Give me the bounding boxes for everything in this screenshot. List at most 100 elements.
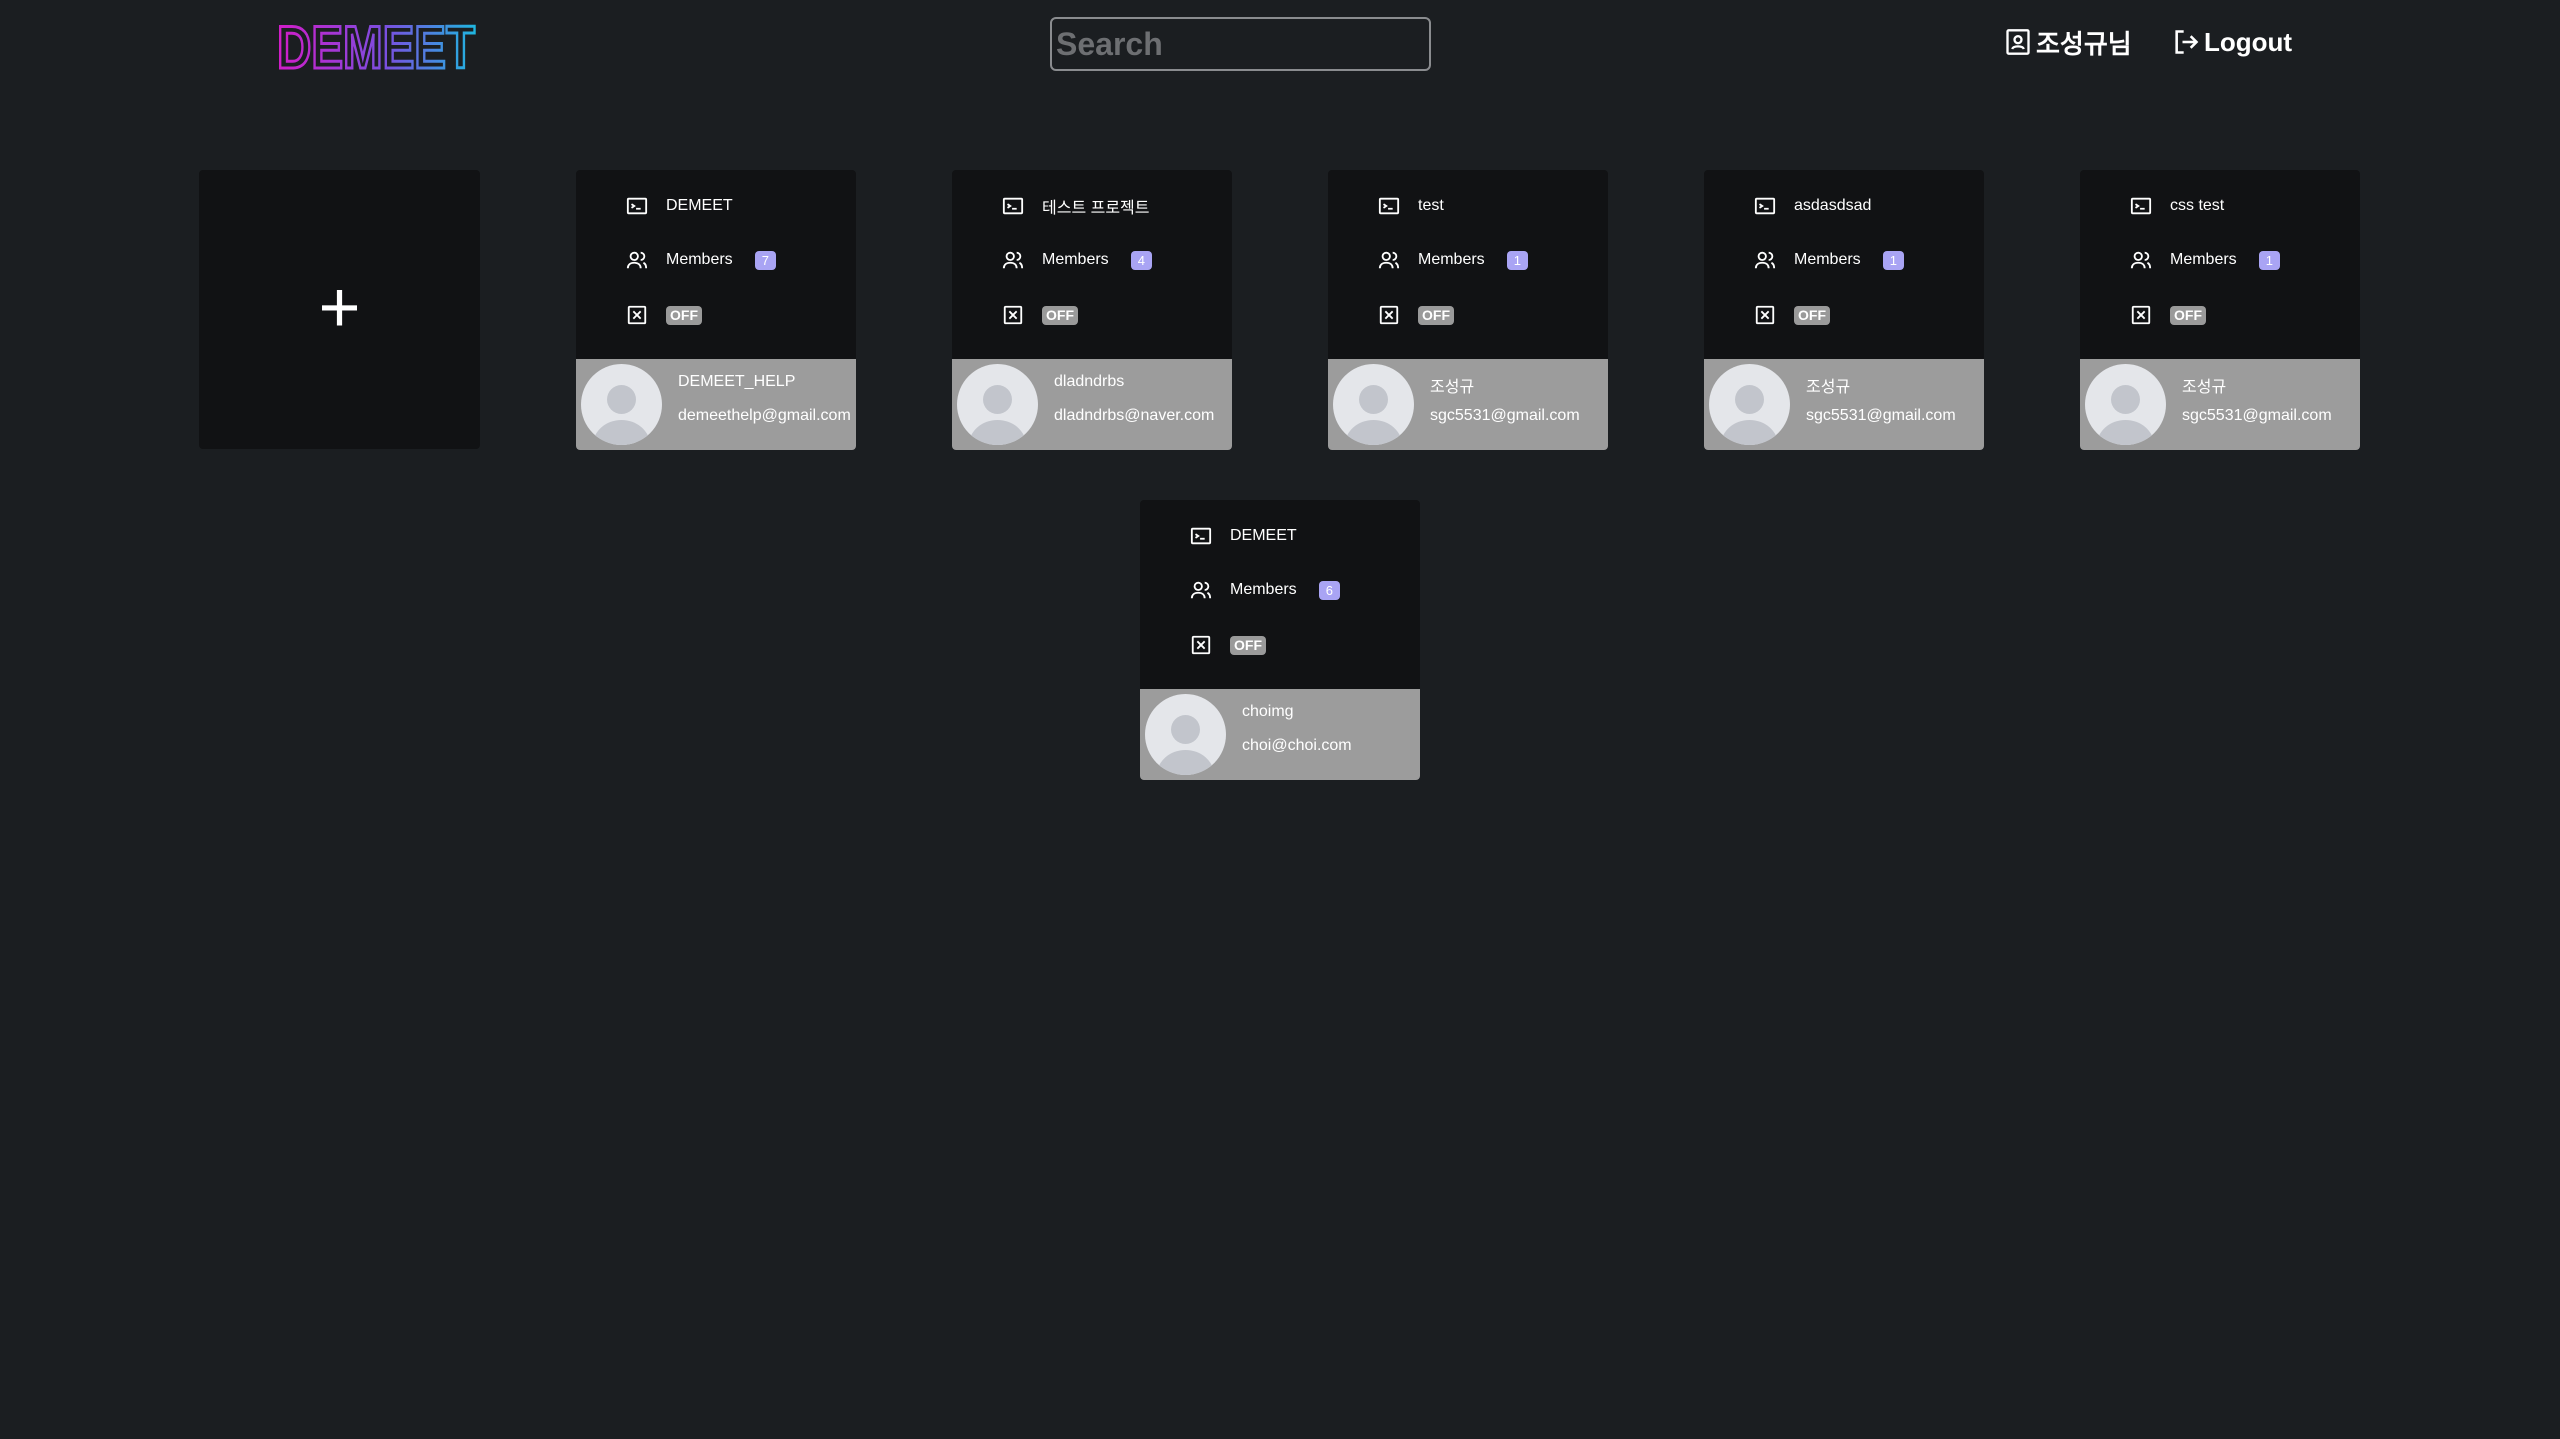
project-card[interactable]: test Members 1 OFF 조성규 sgc5531@gmail.com [1328, 170, 1608, 450]
members-icon [2130, 251, 2152, 269]
owner-name: dladndrbs [1054, 373, 1125, 390]
user-profile-link[interactable]: 조성규님 [2004, 22, 2132, 62]
owner-name: choimg [1242, 703, 1294, 720]
project-title-row: asdasdsad [1754, 194, 1871, 218]
avatar [2085, 364, 2166, 445]
members-icon [1754, 251, 1776, 269]
project-status-row: OFF [1378, 303, 1454, 327]
project-members-row: Members 4 [1002, 248, 1152, 272]
svg-text:DEMEET: DEMEET [277, 16, 475, 78]
members-label: Members [666, 251, 733, 268]
add-project-button[interactable]: + [199, 170, 480, 449]
project-title-row: DEMEET [626, 194, 733, 218]
plus-icon: + [318, 267, 361, 348]
project-title-row: 테스트 프로젝트 [1002, 194, 1150, 218]
owner-email: sgc5531@gmail.com [1806, 407, 1956, 424]
project-title: asdasdsad [1794, 197, 1872, 214]
top-header: DEMEET 조성규님 Logout [0, 0, 2560, 90]
status-badge: OFF [666, 305, 702, 325]
project-members-row: Members 7 [626, 248, 776, 272]
status-badge: OFF [1230, 635, 1266, 655]
project-title-row: test [1378, 194, 1444, 218]
close-box-icon [1755, 305, 1775, 325]
members-icon [1190, 581, 1212, 599]
owner-panel: dladndrbs dladndrbs@naver.com [952, 359, 1232, 450]
project-title-row: css test [2130, 194, 2224, 218]
member-count-badge: 1 [1506, 250, 1528, 270]
owner-panel: choimg choi@choi.com [1140, 689, 1420, 780]
owner-name: 조성규 [1430, 379, 1475, 396]
project-members-row: Members 1 [1378, 248, 1528, 272]
user-id-card-icon [2006, 29, 2030, 55]
status-badge: OFF [1794, 305, 1830, 325]
close-box-icon [1191, 635, 1211, 655]
members-icon [1002, 251, 1024, 269]
members-label: Members [1418, 251, 1485, 268]
close-box-icon [627, 305, 647, 325]
terminal-icon [1754, 197, 1776, 215]
project-card[interactable]: css test Members 1 OFF 조성규 sgc5531@gmail… [2080, 170, 2360, 450]
project-title: css test [2170, 197, 2225, 214]
member-count-badge: 6 [1318, 580, 1340, 600]
owner-email: dladndrbs@naver.com [1054, 407, 1215, 424]
project-status-row: OFF [1754, 303, 1830, 327]
project-card[interactable]: 테스트 프로젝트 Members 4 OFF dladndrbs dladndr… [952, 170, 1232, 450]
project-title-row: DEMEET [1190, 524, 1297, 548]
owner-email: choi@choi.com [1242, 737, 1352, 754]
project-members-row: Members 1 [2130, 248, 2280, 272]
status-badge: OFF [1418, 305, 1454, 325]
close-box-icon [2131, 305, 2151, 325]
project-status-row: OFF [1002, 303, 1078, 327]
close-box-icon [1379, 305, 1399, 325]
terminal-icon [2130, 197, 2152, 215]
terminal-icon [1190, 527, 1212, 545]
logout-label: Logout [2204, 26, 2293, 57]
search-input[interactable] [1050, 17, 1431, 71]
avatar [957, 364, 1038, 445]
owner-email: sgc5531@gmail.com [2182, 407, 2332, 424]
owner-name: 조성규 [1806, 379, 1851, 396]
status-badge: OFF [2170, 305, 2206, 325]
members-label: Members [1794, 251, 1861, 268]
avatar [1145, 694, 1226, 775]
project-title: 테스트 프로젝트 [1042, 200, 1150, 217]
demeet-logo[interactable]: DEMEET [275, 16, 480, 78]
project-title: test [1418, 197, 1444, 214]
owner-panel: 조성규 sgc5531@gmail.com [2080, 359, 2360, 450]
project-status-row: OFF [2130, 303, 2206, 327]
project-members-row: Members 6 [1190, 578, 1340, 602]
project-members-row: Members 1 [1754, 248, 1904, 272]
terminal-icon [1378, 197, 1400, 215]
members-label: Members [2170, 251, 2237, 268]
members-icon [626, 251, 648, 269]
project-card[interactable]: DEMEET Members 7 OFF DEMEET_HELP demeeth… [576, 170, 856, 450]
member-count-badge: 4 [1130, 250, 1152, 270]
members-label: Members [1230, 581, 1297, 598]
project-title: DEMEET [1230, 527, 1297, 544]
owner-email: demeethelp@gmail.com [678, 407, 851, 424]
logout-icon [2175, 30, 2199, 54]
terminal-icon [626, 197, 648, 215]
project-card[interactable]: asdasdsad Members 1 OFF 조성규 sgc5531@gmai… [1704, 170, 1984, 450]
project-card[interactable]: DEMEET Members 6 OFF choimg choi@choi.co… [1140, 500, 1420, 780]
members-label: Members [1042, 251, 1109, 268]
avatar [1709, 364, 1790, 445]
member-count-badge: 1 [2258, 250, 2280, 270]
project-title: DEMEET [666, 197, 733, 214]
owner-email: sgc5531@gmail.com [1430, 407, 1580, 424]
project-status-row: OFF [1190, 633, 1266, 657]
avatar [1333, 364, 1414, 445]
owner-panel: 조성규 sgc5531@gmail.com [1704, 359, 1984, 450]
terminal-icon [1002, 197, 1024, 215]
avatar [581, 364, 662, 445]
close-box-icon [1003, 305, 1023, 325]
owner-panel: DEMEET_HELP demeethelp@gmail.com [576, 359, 856, 450]
user-name-label: 조성규님 [2036, 28, 2132, 59]
project-status-row: OFF [626, 303, 702, 327]
owner-panel: 조성규 sgc5531@gmail.com [1328, 359, 1608, 450]
status-badge: OFF [1042, 305, 1078, 325]
member-count-badge: 7 [754, 250, 776, 270]
members-icon [1378, 251, 1400, 269]
logout-button[interactable]: Logout [2172, 22, 2292, 62]
owner-name: DEMEET_HELP [678, 373, 796, 390]
